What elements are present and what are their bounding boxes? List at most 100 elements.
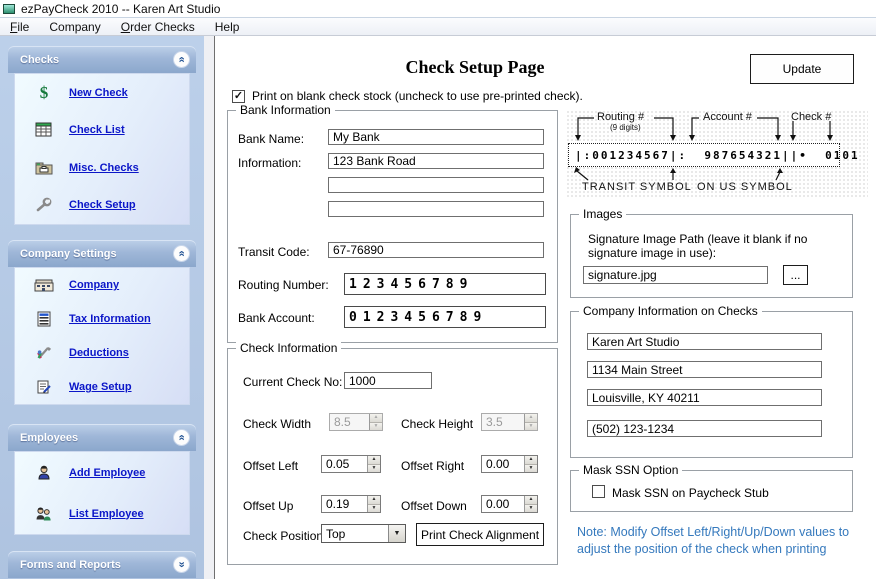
routing-number-input[interactable]: 123456789 <box>344 273 546 295</box>
sidebar-item-misc-checks[interactable]: Misc. Checks <box>15 159 189 177</box>
current-check-no-input[interactable]: 1000 <box>344 372 432 389</box>
offset-up-label: Offset Up <box>243 499 293 513</box>
check-information-legend: Check Information <box>236 341 341 355</box>
mask-ssn-checkbox[interactable] <box>592 485 605 498</box>
transit-symbol-caption: TRANSIT SYMBOL <box>582 181 692 193</box>
sidebar-item-wage-setup[interactable]: Wage Setup <box>15 378 189 396</box>
misc-checks-icon <box>29 159 59 177</box>
offset-down-label: Offset Down <box>401 499 467 513</box>
micr-sample-diagram: Routing # (9 digits) Account # Check # |… <box>566 110 868 198</box>
wrench-icon <box>29 196 59 214</box>
menu-order-checks[interactable]: Order Checks <box>111 18 205 36</box>
chevron-up-icon[interactable]: « <box>173 245 190 262</box>
signature-image-path-input[interactable]: signature.jpg <box>583 266 768 284</box>
company-name-input[interactable]: Karen Art Studio <box>587 333 822 350</box>
forms-reports-section-header[interactable]: Forms and Reports » <box>8 551 196 578</box>
window-title: ezPayCheck 2010 -- Karen Art Studio <box>21 2 220 16</box>
offset-down-stepper[interactable]: 0.00 ▲▼ <box>481 495 538 513</box>
checks-section-body: $ New Check Check List Misc. Checks <box>14 73 190 225</box>
checks-section-header[interactable]: Checks « <box>8 46 196 73</box>
sidebar-item-company[interactable]: Company <box>15 276 189 294</box>
sidebar-divider <box>204 36 215 579</box>
print-blank-stock-label: Print on blank check stock (uncheck to u… <box>252 89 583 103</box>
spinner-up-icon[interactable]: ▲ <box>525 456 537 465</box>
bank-name-input[interactable]: My Bank <box>328 129 544 145</box>
sidebar-item-check-list[interactable]: Check List <box>15 121 189 139</box>
menu-company[interactable]: Company <box>39 18 110 36</box>
bank-account-input[interactable]: 0123456789 <box>344 306 546 328</box>
check-width-label: Check Width <box>243 417 311 431</box>
offset-up-stepper[interactable]: 0.19 ▲▼ <box>321 495 381 513</box>
offset-right-stepper[interactable]: 0.00 ▲▼ <box>481 455 538 473</box>
print-check-alignment-button[interactable]: Print Check Alignment <box>416 523 544 546</box>
offset-left-stepper[interactable]: 0.05 ▲▼ <box>321 455 381 473</box>
sidebar-item-new-check[interactable]: $ New Check <box>15 84 189 102</box>
check-width-stepper: 8.5 ▲▼ <box>329 413 383 431</box>
bank-information-group: Bank Information Bank Name: My Bank Info… <box>227 110 558 343</box>
check-setup-link: Check Setup <box>69 199 136 211</box>
company-information-group: Company Information on Checks Karen Art … <box>570 311 853 458</box>
chevron-down-icon[interactable]: » <box>173 556 190 573</box>
tax-information-link: Tax Information <box>69 313 151 325</box>
offset-note: Note: Modify Offset Left/Right/Up/Down v… <box>577 524 867 558</box>
page-title: Check Setup Page <box>345 57 605 78</box>
offset-note-line2: adjust the position of the check when pr… <box>577 541 867 558</box>
bank-information-input-2[interactable] <box>328 177 544 193</box>
wage-document-icon <box>29 378 59 396</box>
check-height-stepper: 3.5 ▲▼ <box>481 413 538 431</box>
tools-icon <box>29 344 59 362</box>
check-information-group: Check Information Current Check No: 1000… <box>227 348 558 565</box>
micr-line-sample: |:001234567|: 987654321||• 0101 <box>568 143 840 167</box>
on-us-symbol-caption: ON US SYMBOL <box>697 181 793 193</box>
sidebar-item-check-setup[interactable]: Check Setup <box>15 196 189 214</box>
chevron-up-icon[interactable]: « <box>173 429 190 446</box>
dollar-icon: $ <box>29 84 59 102</box>
account-number-callout: Account # <box>703 111 752 123</box>
bank-information-input-1[interactable]: 123 Bank Road <box>328 153 544 169</box>
forms-reports-section-title: Forms and Reports <box>20 559 121 571</box>
spinner-up-icon[interactable]: ▲ <box>525 496 537 505</box>
spinner-down-icon[interactable]: ▼ <box>525 505 537 513</box>
company-city-input[interactable]: Louisville, KY 40211 <box>587 389 822 406</box>
misc-checks-link: Misc. Checks <box>69 162 139 174</box>
list-employee-link: List Employee <box>69 508 144 520</box>
print-blank-stock-row[interactable]: ✓ Print on blank check stock (uncheck to… <box>232 89 583 103</box>
transit-code-label: Transit Code: <box>238 245 310 259</box>
bank-information-input-3[interactable] <box>328 201 544 217</box>
sidebar-section-employees: Employees « Add Employee List Employee <box>8 424 196 535</box>
menu-file[interactable]: File <box>0 18 39 36</box>
dropdown-arrow-icon[interactable]: ▼ <box>388 525 405 542</box>
spinner-up-icon[interactable]: ▲ <box>368 456 380 465</box>
offset-left-label: Offset Left <box>243 459 298 473</box>
routing-number-callout: Routing # <box>597 111 644 123</box>
bank-information-legend: Bank Information <box>236 103 335 117</box>
update-button[interactable]: Update <box>750 54 854 84</box>
images-group: Images Signature Image Path (leave it bl… <box>570 214 853 298</box>
title-bar[interactable]: ezPayCheck 2010 -- Karen Art Studio <box>0 0 876 18</box>
chevron-up-icon[interactable]: « <box>173 51 190 68</box>
check-position-select[interactable]: Top ▼ <box>321 524 406 543</box>
browse-button[interactable]: ... <box>783 265 808 285</box>
employees-section-header[interactable]: Employees « <box>8 424 196 451</box>
images-legend: Images <box>579 207 626 221</box>
sidebar-item-deductions[interactable]: Deductions <box>15 344 189 362</box>
check-position-label: Check Position <box>243 529 323 543</box>
mask-ssn-legend: Mask SSN Option <box>579 463 682 477</box>
check-number-callout: Check # <box>791 111 831 123</box>
sidebar-item-tax-information[interactable]: Tax Information <box>15 310 189 328</box>
company-phone-input[interactable]: (502) 123-1234 <box>587 420 822 437</box>
menu-help[interactable]: Help <box>205 18 250 36</box>
spinner-down-icon[interactable]: ▼ <box>525 465 537 473</box>
spinner-down-icon[interactable]: ▼ <box>368 465 380 473</box>
spinner-down-icon[interactable]: ▼ <box>368 505 380 513</box>
print-blank-stock-checkbox[interactable]: ✓ <box>232 90 245 103</box>
sidebar-item-list-employee[interactable]: List Employee <box>15 505 189 523</box>
spinner-up-icon[interactable]: ▲ <box>368 496 380 505</box>
sidebar-item-add-employee[interactable]: Add Employee <box>15 464 189 482</box>
check-height-label: Check Height <box>401 417 473 431</box>
transit-code-input[interactable]: 67-76890 <box>328 242 544 258</box>
bank-name-label: Bank Name: <box>238 132 304 146</box>
company-street-input[interactable]: 1134 Main Street <box>587 361 822 378</box>
company-settings-section-header[interactable]: Company Settings « <box>8 240 196 267</box>
people-icon <box>29 505 59 523</box>
